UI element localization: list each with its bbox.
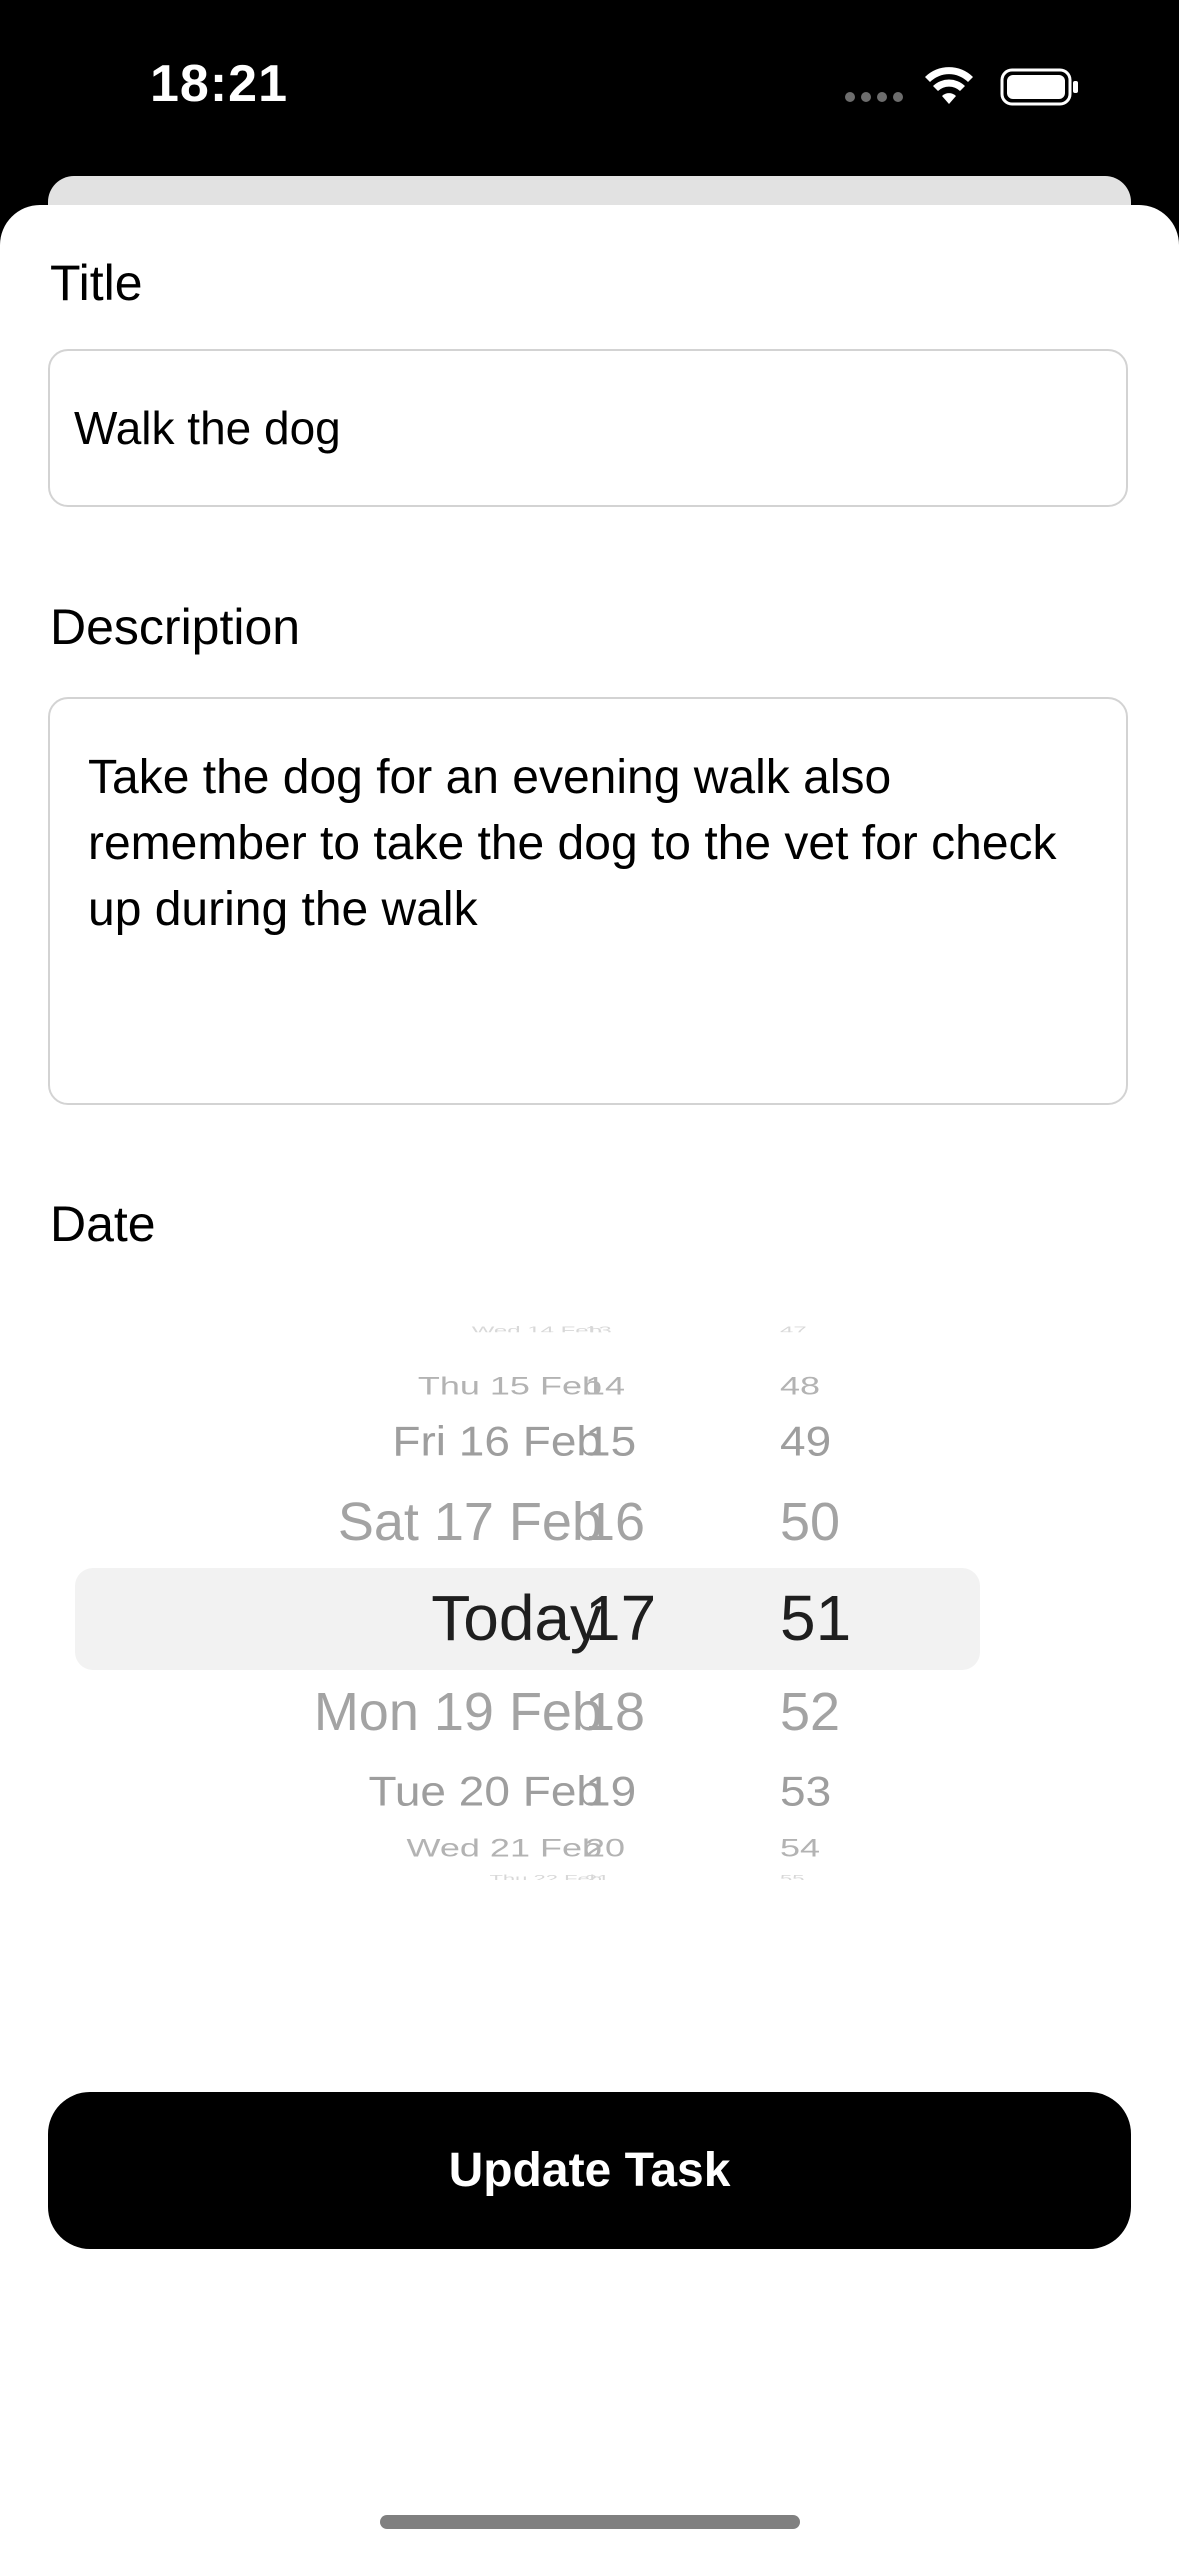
home-indicator[interactable] (380, 2515, 800, 2529)
title-label: Title (50, 255, 143, 311)
picker-date: Wed 21 Feb (406, 1833, 602, 1863)
picker-row[interactable]: Wed 21 Feb 20 54 (75, 1833, 980, 1863)
update-task-button[interactable]: Update Task (48, 2092, 1131, 2249)
picker-row[interactable]: Thu 15 Feb 14 48 (75, 1371, 980, 1401)
picker-hour: 18 (585, 1681, 646, 1742)
status-time: 18:21 (150, 55, 288, 113)
picker-date: Tue 20 Feb (368, 1768, 602, 1815)
picker-minute: 53 (780, 1768, 832, 1815)
description-input[interactable]: Take the dog for an evening walk also re… (48, 697, 1128, 1105)
picker-minute: 49 (780, 1418, 832, 1465)
description-label: Description (50, 599, 301, 655)
picker-date: Mon 19 Feb (313, 1681, 602, 1742)
picker-minute: 51 (780, 1581, 852, 1654)
picker-row[interactable]: Tue 20 Feb 19 53 (75, 1767, 980, 1817)
picker-minute: 55 (780, 1873, 805, 1880)
picker-date: Today (431, 1581, 602, 1654)
picker-date: Fri 16 Feb (392, 1418, 602, 1465)
picker-row[interactable]: Mon 19 Feb 18 52 (75, 1680, 980, 1745)
picker-hour: 14 (585, 1371, 626, 1401)
picker-hour: 17 (585, 1581, 657, 1654)
picker-row-selected[interactable]: Today 17 51 (75, 1580, 980, 1657)
picker-minute: 48 (780, 1371, 821, 1401)
status-bar: 18:21 (0, 0, 1179, 176)
picker-minute: 50 (780, 1491, 841, 1552)
picker-row[interactable]: Fri 16 Feb 15 49 (75, 1417, 980, 1467)
date-label: Date (50, 1196, 156, 1252)
picker-date: Sat 17 Feb (337, 1491, 602, 1552)
picker-minute: 52 (780, 1681, 841, 1742)
picker-row[interactable]: Thu 22 Feb 21 55 (75, 1873, 980, 1880)
picker-hour: 13 (585, 1324, 612, 1332)
signal-dots-icon (845, 92, 903, 102)
picker-row[interactable]: Wed 14 Feb 13 47 (75, 1324, 980, 1332)
picker-date: Thu 15 Feb (417, 1371, 602, 1401)
picker-minute: 47 (780, 1324, 807, 1332)
picker-row[interactable]: Sat 17 Feb 16 50 (75, 1490, 980, 1555)
picker-date: Wed 14 Feb (471, 1324, 602, 1332)
picker-hour: 19 (585, 1768, 637, 1815)
battery-icon (1000, 68, 1078, 106)
picker-hour: 21 (585, 1873, 610, 1880)
picker-hour: 15 (585, 1418, 637, 1465)
date-time-picker[interactable]: Wed 14 Feb 13 47 Thu 15 Feb 14 48 Fri 16 Feb 15… (75, 1324, 980, 1890)
picker-hour: 16 (585, 1491, 646, 1552)
picker-hour: 20 (585, 1833, 626, 1863)
picker-minute: 54 (780, 1833, 821, 1863)
title-input[interactable]: Walk the dog (48, 349, 1128, 507)
wifi-icon (925, 67, 973, 104)
